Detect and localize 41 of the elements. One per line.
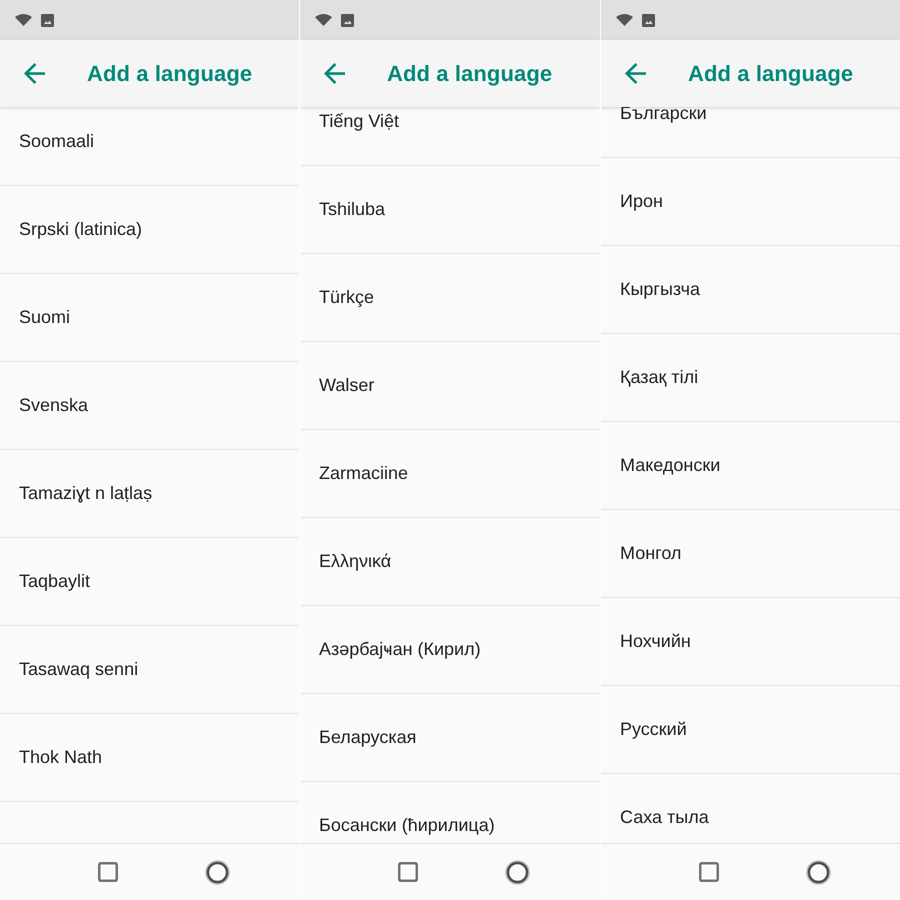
arrow-left-icon[interactable]: [324, 63, 345, 84]
image-icon: [341, 14, 354, 26]
image-icon: [41, 14, 54, 26]
square-icon[interactable]: [98, 862, 118, 882]
page-title: Add a language: [688, 60, 854, 86]
language-item[interactable]: Tshiluba: [300, 166, 600, 254]
language-item[interactable]: Soomaali: [0, 107, 299, 186]
language-item[interactable]: Thok Nath: [0, 714, 299, 802]
language-item[interactable]: Svenska: [0, 362, 299, 450]
square-icon[interactable]: [699, 862, 719, 882]
language-item[interactable]: Кыргызча: [601, 246, 900, 334]
language-item[interactable]: Русский: [601, 686, 900, 774]
circle-icon[interactable]: [505, 860, 530, 884]
arrow-left-icon[interactable]: [24, 63, 45, 84]
language-item[interactable]: Беларуская: [300, 694, 600, 782]
language-item[interactable]: Taqbaylit: [0, 538, 299, 626]
language-item[interactable]: Srpski (latinica): [0, 186, 299, 274]
language-item[interactable]: Македонски: [601, 422, 900, 510]
language-item[interactable]: Suomi: [0, 274, 299, 362]
wifi-icon: [15, 14, 32, 26]
image-icon: [642, 14, 655, 26]
language-item[interactable]: Азәрбајҹан (Кирил): [300, 606, 600, 694]
language-item[interactable]: Walser: [300, 342, 600, 430]
page-title: Add a language: [387, 60, 552, 86]
language-item[interactable]: Tamaziɣt n laṭlaṣ: [0, 450, 299, 538]
arrow-left-icon[interactable]: [625, 63, 646, 84]
circle-icon[interactable]: [806, 860, 831, 884]
language-item[interactable]: Tasawaq senni: [0, 626, 299, 714]
language-item[interactable]: Ελληνικά: [300, 518, 600, 606]
wifi-icon: [616, 14, 633, 26]
language-item[interactable]: Zarmaciine: [300, 430, 600, 518]
language-item[interactable]: Нохчийн: [601, 598, 900, 686]
language-item[interactable]: Қазақ тілі: [601, 334, 900, 422]
page-title: Add a language: [87, 60, 252, 86]
language-item[interactable]: Tiếng Việt: [300, 107, 600, 166]
language-item[interactable]: Монгол: [601, 510, 900, 598]
square-icon[interactable]: [398, 862, 418, 882]
language-item[interactable]: Türkçe: [300, 254, 600, 342]
language-item[interactable]: Ирон: [601, 158, 900, 246]
circle-icon[interactable]: [205, 860, 230, 884]
wifi-icon: [315, 14, 332, 26]
